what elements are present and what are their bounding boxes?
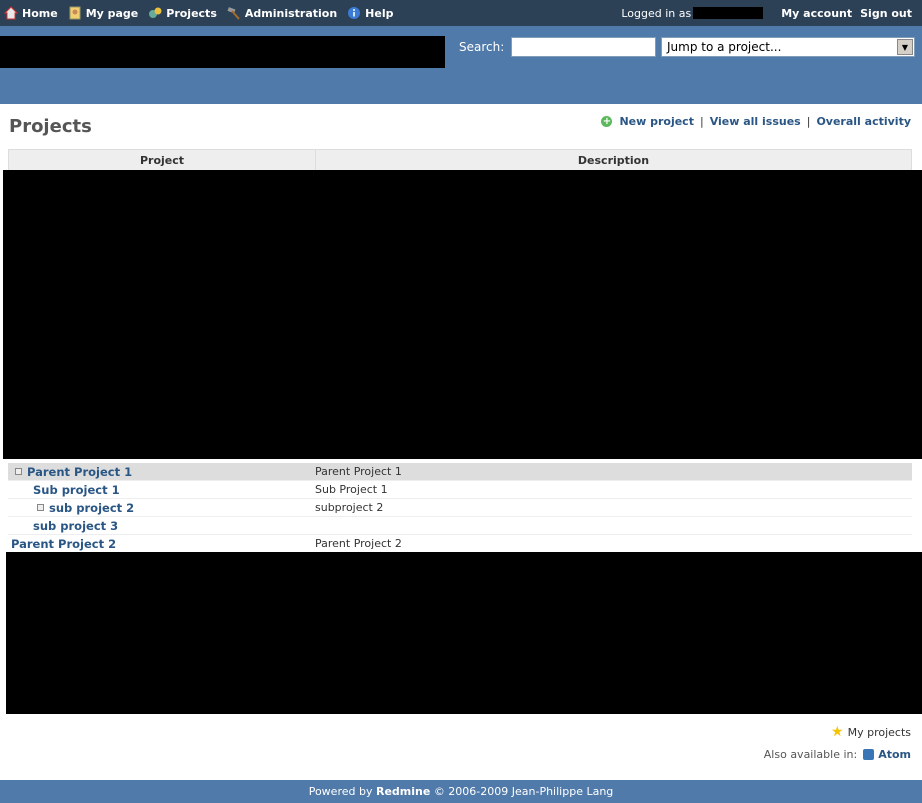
also-available-label: Also available in: xyxy=(763,748,858,761)
copyright-label: © 2006-2009 Jean-Philippe Lang xyxy=(433,785,614,798)
view-all-issues-link[interactable]: View all issues xyxy=(710,115,801,128)
info-icon xyxy=(348,7,361,19)
redacted-block xyxy=(6,552,922,714)
my-account-link[interactable]: My account xyxy=(781,7,852,20)
project-link[interactable]: sub project 2 xyxy=(49,501,134,515)
account-area: Logged in as My account Sign out xyxy=(621,0,912,26)
column-header-description: Description xyxy=(315,149,912,171)
sign-out-link[interactable]: Sign out xyxy=(860,7,912,20)
jump-select-label: Jump to a project... xyxy=(667,40,782,54)
collapse-icon[interactable] xyxy=(37,504,44,511)
table-row[interactable]: sub project 2 subproject 2 xyxy=(8,499,912,517)
table-row[interactable]: Parent Project 1 Parent Project 1 xyxy=(8,463,912,481)
atom-link[interactable]: Atom xyxy=(878,748,911,761)
project-rows: Parent Project 1 Parent Project 1 Sub pr… xyxy=(8,463,912,553)
project-description: Parent Project 2 xyxy=(315,537,402,550)
redacted-username xyxy=(693,7,764,19)
redmine-link[interactable]: Redmine xyxy=(376,785,430,798)
content: Projects + New project | View all issues… xyxy=(0,104,922,780)
projects-icon xyxy=(149,7,162,18)
table-row[interactable]: sub project 3 xyxy=(8,517,912,535)
footer: Powered by Redmine © 2006-2009 Jean-Phil… xyxy=(0,780,922,803)
menu-projects-label: Projects xyxy=(166,6,217,20)
project-link[interactable]: Sub project 1 xyxy=(33,483,120,497)
menu-administration[interactable]: Administration xyxy=(227,6,337,20)
project-description: Parent Project 1 xyxy=(315,465,402,478)
project-link[interactable]: Parent Project 1 xyxy=(27,465,132,479)
redacted-title xyxy=(0,36,445,68)
user-page-icon xyxy=(69,6,81,20)
menu-home[interactable]: Home xyxy=(4,6,58,20)
menu-my-page-label: My page xyxy=(85,6,139,20)
my-projects-legend: ★ My projects xyxy=(831,724,911,740)
add-icon: + xyxy=(601,116,613,127)
page-title: Projects xyxy=(9,116,92,137)
separator: | xyxy=(806,115,811,128)
collapse-icon[interactable] xyxy=(15,468,22,475)
powered-by-label: Powered by xyxy=(308,785,373,798)
menu-help[interactable]: Help xyxy=(347,6,393,20)
project-link[interactable]: Parent Project 2 xyxy=(11,537,116,551)
redacted-block xyxy=(3,170,922,459)
separator: | xyxy=(699,115,704,128)
home-icon xyxy=(4,6,18,20)
project-link[interactable]: sub project 3 xyxy=(33,519,118,533)
column-header-project: Project xyxy=(8,149,316,171)
search-input[interactable] xyxy=(511,37,656,57)
table-row[interactable]: Sub project 1 Sub Project 1 xyxy=(8,481,912,499)
other-formats: Also available in: Atom xyxy=(764,748,911,761)
header: Search: Jump to a project... ▼ xyxy=(0,26,922,104)
top-menu-left: Home My page Projects Administration Hel… xyxy=(4,0,403,26)
logged-in-label: Logged in as xyxy=(621,6,692,20)
new-project-link[interactable]: New project xyxy=(619,115,694,128)
search-label: Search: xyxy=(459,40,505,54)
contextual-links: + New project | View all issues | Overal… xyxy=(601,115,911,128)
menu-help-label: Help xyxy=(365,6,394,20)
menu-home-label: Home xyxy=(22,6,58,20)
menu-projects[interactable]: Projects xyxy=(148,6,217,20)
overall-activity-link[interactable]: Overall activity xyxy=(816,115,911,128)
jump-to-project-select[interactable]: Jump to a project... ▼ xyxy=(661,37,915,57)
project-description: subproject 2 xyxy=(315,501,384,514)
projects-table: Project Description xyxy=(8,149,912,171)
table-row[interactable]: Parent Project 2 Parent Project 2 xyxy=(8,535,912,553)
chevron-down-icon[interactable]: ▼ xyxy=(897,39,913,55)
menu-administration-label: Administration xyxy=(244,6,338,20)
project-description: Sub Project 1 xyxy=(315,483,388,496)
hammer-icon xyxy=(227,7,240,20)
feed-icon xyxy=(863,749,875,760)
my-projects-label: My projects xyxy=(847,725,911,739)
star-icon: ★ xyxy=(831,724,844,740)
top-menu: Home My page Projects Administration Hel… xyxy=(0,0,922,26)
menu-my-page[interactable]: My page xyxy=(68,6,139,20)
